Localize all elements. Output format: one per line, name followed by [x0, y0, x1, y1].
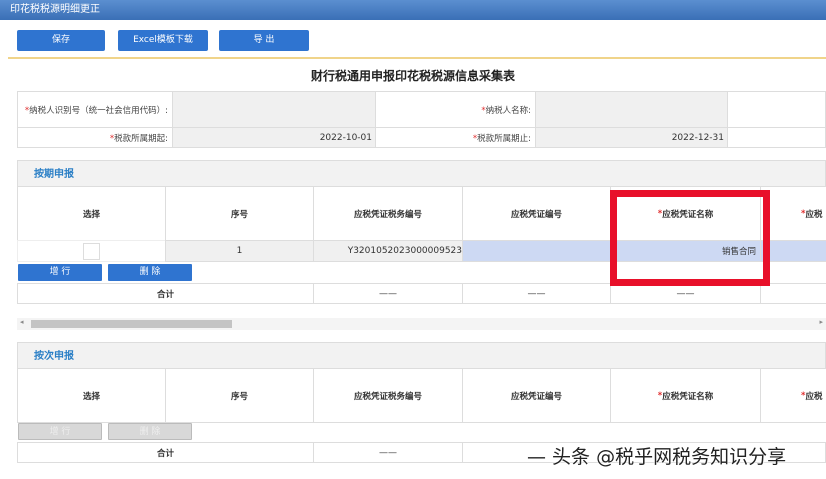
per-time-section-title: 按次申报: [17, 342, 826, 369]
empty-cell: [727, 91, 826, 128]
period-end-label: *税款所属期止:: [375, 127, 536, 148]
col-header-index: 序号: [165, 368, 314, 423]
col-header-tax-no: 应税凭证税务编号: [313, 186, 463, 241]
taxpayer-name-field[interactable]: [535, 91, 728, 128]
divider: [8, 57, 826, 59]
total-cell: [760, 283, 826, 304]
label-text: 税款所属期起:: [114, 133, 168, 144]
total-label: 合计: [17, 442, 314, 463]
delete-row-button[interactable]: 删 除: [108, 264, 192, 281]
period-start-label: *税款所属期起:: [17, 127, 173, 148]
periodic-section-title: 按期申报: [17, 160, 826, 187]
delete-row-button-disabled: 删 除: [108, 423, 192, 440]
empty-cell: [727, 127, 826, 148]
scroll-right-arrow-icon[interactable]: ▸: [819, 318, 823, 326]
label-text: 纳税人名称:: [485, 105, 531, 116]
total-label: 合计: [17, 283, 314, 304]
window-title: 印花税税源明细更正: [0, 0, 826, 20]
excel-template-download-button[interactable]: Excel模板下载: [118, 30, 208, 51]
taxpayer-id-label: *纳税人识别号（统一社会信用代码）:: [17, 91, 173, 128]
col-header-voucher-name: * 应税凭证名称: [610, 368, 761, 423]
total-dash: ——: [313, 283, 463, 304]
label-text: 税款所属期止:: [477, 133, 531, 144]
total-dash: ——: [610, 283, 761, 304]
row-tax-no: Y3201052023000009523: [313, 240, 463, 262]
row-voucher-no-input[interactable]: [462, 240, 611, 262]
col-header-next: * 应税: [760, 368, 826, 423]
add-row-button[interactable]: 增 行: [18, 264, 102, 281]
scrollbar-thumb[interactable]: [31, 320, 232, 328]
scroll-left-arrow-icon[interactable]: ◂: [20, 318, 24, 326]
horizontal-scrollbar[interactable]: ◂ ▸: [17, 318, 826, 330]
period-start-field[interactable]: 2022-10-01: [172, 127, 376, 148]
taxpayer-id-field[interactable]: [172, 91, 376, 128]
col-header-select: 选择: [17, 368, 166, 423]
highlight-annotation: [610, 190, 770, 286]
row-select-cell: [17, 240, 166, 262]
watermark: — 头条 @税乎网税务知识分享: [527, 446, 787, 468]
col-header-voucher-no: 应税凭证编号: [462, 368, 611, 423]
page-title: 财行税通用申报印花税税源信息采集表: [310, 69, 515, 83]
row-checkbox[interactable]: [83, 242, 100, 260]
col-header-voucher-no: 应税凭证编号: [462, 186, 611, 241]
period-end-field[interactable]: 2022-12-31: [535, 127, 728, 148]
col-header-select: 选择: [17, 186, 166, 241]
col-header-tax-no: 应税凭证税务编号: [313, 368, 463, 423]
taxpayer-name-label: *纳税人名称:: [375, 91, 536, 128]
col-header-index: 序号: [165, 186, 314, 241]
label-text: 纳税人识别号（统一社会信用代码）:: [29, 105, 168, 116]
total-dash: ——: [313, 442, 463, 463]
add-row-button-disabled: 增 行: [18, 423, 102, 440]
save-button[interactable]: 保存: [17, 30, 105, 51]
export-button[interactable]: 导 出: [219, 30, 309, 51]
row-index: 1: [165, 240, 314, 262]
total-dash: ——: [462, 283, 611, 304]
